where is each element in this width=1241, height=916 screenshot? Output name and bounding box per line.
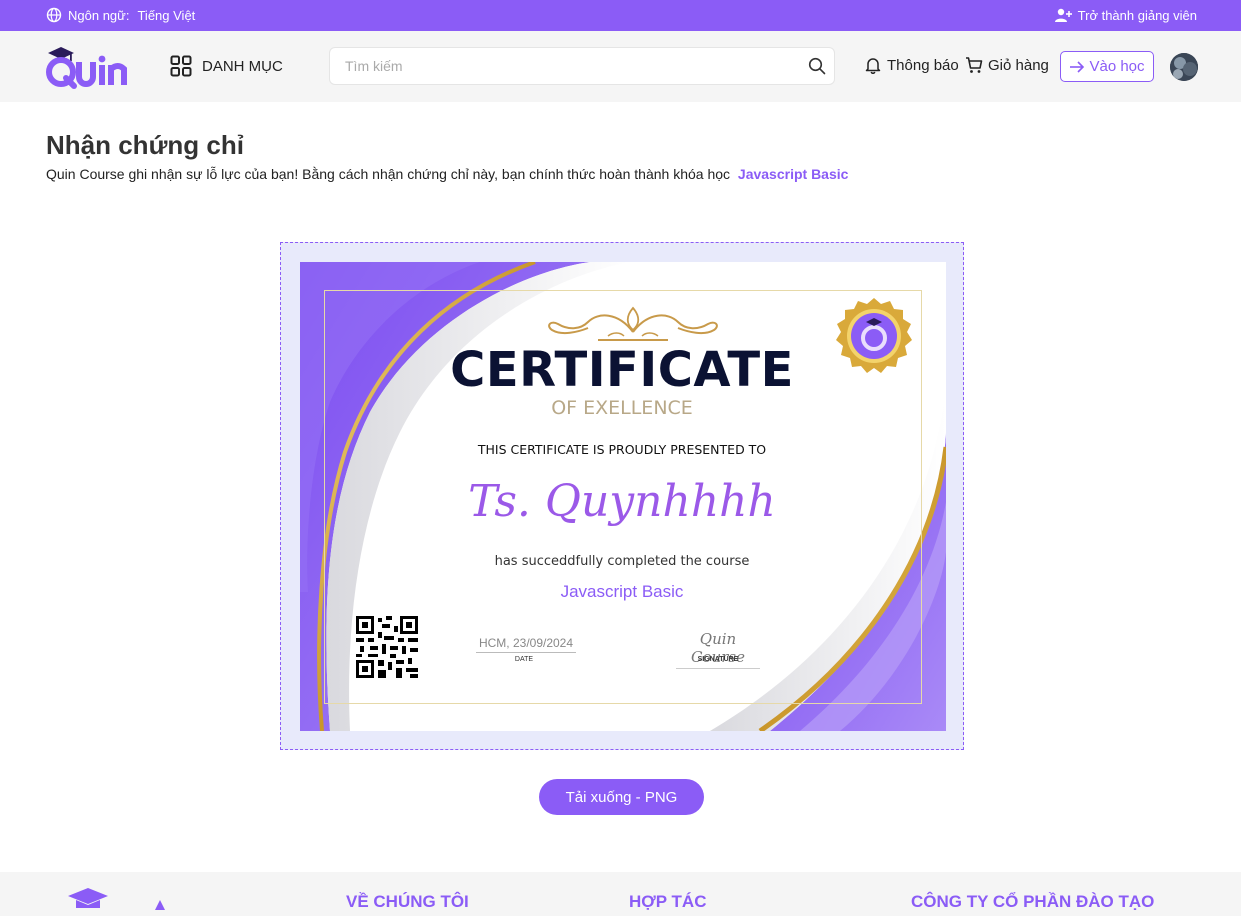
top-bar: Ngôn ngữ: Tiếng Việt Trở thành giảng viê… bbox=[0, 0, 1241, 31]
language-selector[interactable]: Ngôn ngữ: Tiếng Việt bbox=[46, 7, 195, 23]
become-teacher-link[interactable]: Trở thành giảng viên bbox=[1054, 7, 1197, 23]
certificate-presented-to: THIS CERTIFICATE IS PROUDLY PRESENTED TO bbox=[477, 442, 767, 457]
cart-button[interactable]: Giỏ hàng bbox=[965, 56, 1049, 74]
avatar-image bbox=[1170, 53, 1198, 81]
page-description: Quin Course ghi nhận sự lỗ lực của bạn! … bbox=[46, 166, 848, 182]
enter-learning-button[interactable]: Vào học bbox=[1060, 51, 1154, 82]
notifications-button[interactable]: Thông báo bbox=[864, 56, 959, 74]
footer: VỀ CHÚNG TÔI HỢP TÁC CÔNG TY CỔ PHẦN ĐÀO… bbox=[0, 872, 1241, 916]
category-menu[interactable]: DANH MỤC bbox=[170, 55, 283, 77]
footer-logo bbox=[68, 888, 165, 910]
certificate-recipient-name: Ts. Quynhhhh bbox=[468, 476, 776, 527]
become-teacher-label: Trở thành giảng viên bbox=[1077, 7, 1197, 23]
search-input[interactable] bbox=[330, 48, 790, 84]
certificate-date-label: DATE bbox=[514, 656, 534, 663]
certificate-completed-text: has succeddfully completed the course bbox=[494, 554, 750, 569]
footer-partner-heading: HỢP TÁC bbox=[629, 892, 707, 911]
footer-about-heading: VỀ CHÚNG TÔI bbox=[346, 892, 469, 911]
cart-icon bbox=[966, 57, 983, 73]
certificate-frame: CERTIFICATE OF EXELLENCE THIS CERTIFICAT… bbox=[280, 242, 964, 750]
certificate-subtitle: OF EXELLENCE bbox=[551, 397, 693, 419]
language-value[interactable]: Tiếng Việt bbox=[137, 8, 195, 23]
download-png-button[interactable]: Tải xuống - PNG bbox=[539, 779, 704, 815]
arrow-right-icon bbox=[1070, 60, 1085, 73]
certificate-image: CERTIFICATE OF EXELLENCE THIS CERTIFICAT… bbox=[300, 262, 946, 731]
notifications-label: Thông báo bbox=[887, 56, 959, 74]
certificate-signature: Quin Course bbox=[676, 630, 760, 669]
main-header: DANH MỤC Thông báo Giỏ hàng Vào học bbox=[0, 31, 1241, 102]
certificate-title: CERTIFICATE bbox=[450, 342, 794, 398]
page-title: Nhận chứng chỉ bbox=[46, 130, 244, 160]
search-icon[interactable] bbox=[808, 57, 826, 75]
language-label: Ngôn ngữ: bbox=[68, 7, 130, 23]
grid-icon bbox=[170, 55, 192, 77]
certificate-signature-label: SIGNATURE bbox=[697, 656, 739, 663]
qr-code-icon bbox=[356, 616, 418, 678]
enter-learning-label: Vào học bbox=[1089, 58, 1145, 75]
user-avatar[interactable] bbox=[1170, 53, 1198, 81]
description-text: Quin Course ghi nhận sự lỗ lực của bạn! … bbox=[46, 166, 731, 182]
bell-icon bbox=[865, 58, 881, 74]
ornament-flourish bbox=[548, 306, 718, 341]
cart-label: Giỏ hàng bbox=[988, 56, 1049, 74]
footer-company-heading: CÔNG TY CỔ PHẦN ĐÀO TẠO bbox=[911, 892, 1155, 911]
certificate-course-name: Javascript Basic bbox=[560, 582, 684, 601]
quin-logo[interactable] bbox=[46, 45, 130, 89]
search-box bbox=[329, 47, 835, 85]
user-plus-icon bbox=[1054, 8, 1072, 22]
category-label: DANH MỤC bbox=[202, 57, 283, 75]
certificate-date: HCM, 23/09/2024 bbox=[476, 636, 576, 653]
globe-icon bbox=[46, 7, 62, 23]
course-name-link[interactable]: Javascript Basic bbox=[738, 166, 849, 182]
